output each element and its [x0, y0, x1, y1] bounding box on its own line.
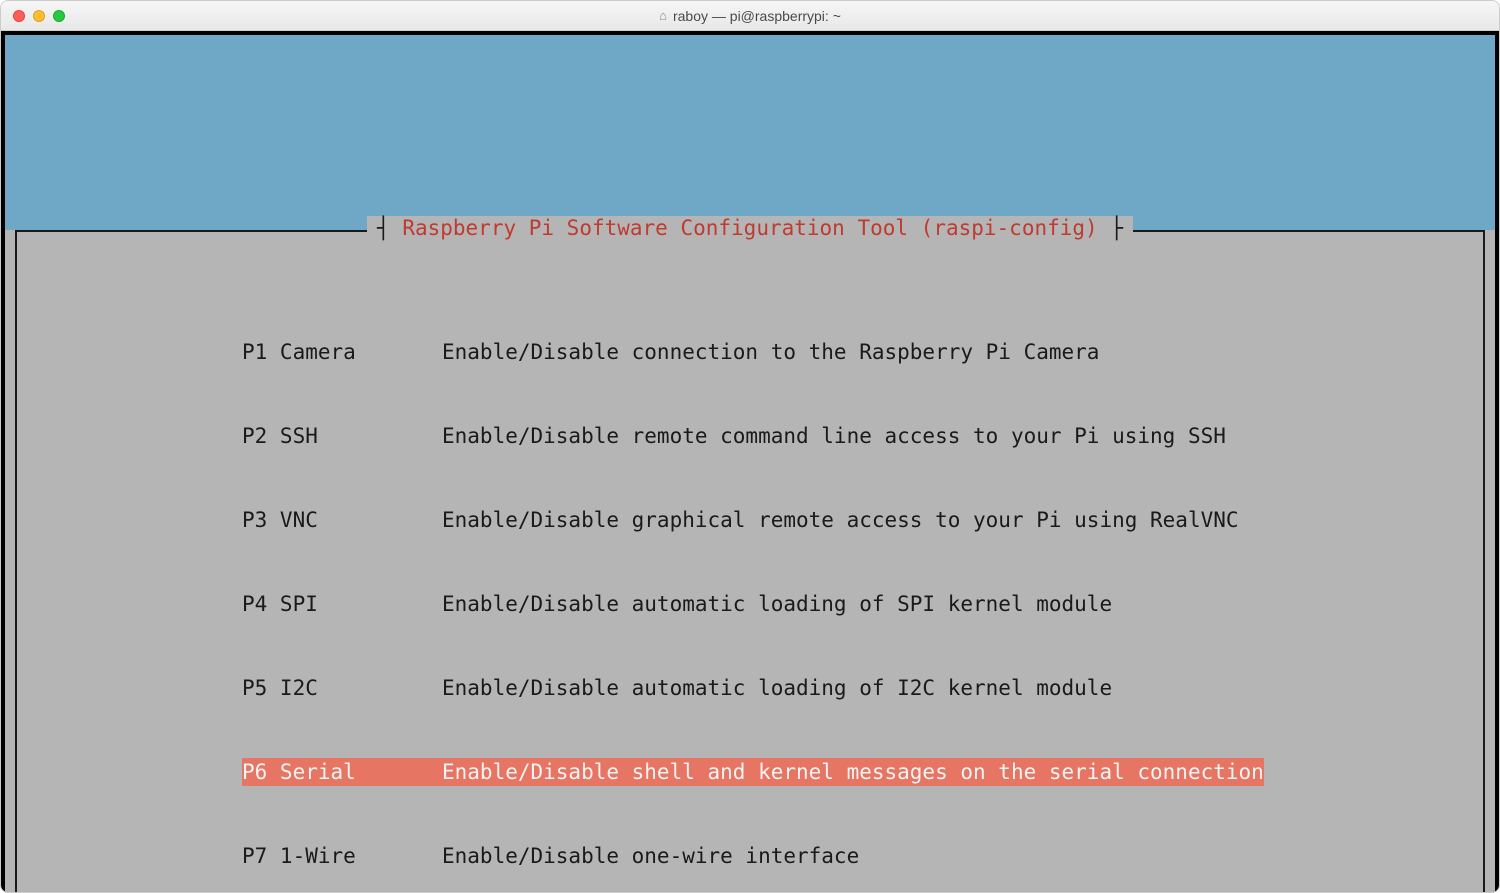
terminal-content: ┤ Raspberry Pi Software Configuration To…: [5, 35, 1495, 893]
menu-item-ssh[interactable]: P2 SSHEnable/Disable remote command line…: [242, 422, 1473, 450]
window-title-text: raboy — pi@raspberrypi: ~: [673, 8, 841, 24]
dialog-title: ┤ Raspberry Pi Software Configuration To…: [367, 216, 1133, 240]
menu-item-1wire[interactable]: P7 1-WireEnable/Disable one-wire interfa…: [242, 842, 1473, 870]
minimize-icon[interactable]: [33, 10, 45, 22]
home-icon: ⌂: [659, 8, 667, 23]
maximize-icon[interactable]: [53, 10, 65, 22]
menu-item-serial[interactable]: P6 SerialEnable/Disable shell and kernel…: [242, 758, 1473, 786]
menu-list[interactable]: P1 CameraEnable/Disable connection to th…: [27, 282, 1473, 893]
terminal-window: ⌂ raboy — pi@raspberrypi: ~ ┤ Raspberry …: [0, 0, 1500, 893]
dialog-frame: ┤ Raspberry Pi Software Configuration To…: [15, 230, 1485, 893]
close-icon[interactable]: [13, 10, 25, 22]
raspi-config-dialog: ┤ Raspberry Pi Software Configuration To…: [5, 230, 1495, 893]
menu-item-spi[interactable]: P4 SPIEnable/Disable automatic loading o…: [242, 590, 1473, 618]
top-padding: [5, 35, 1495, 230]
titlebar[interactable]: ⌂ raboy — pi@raspberrypi: ~: [1, 1, 1499, 31]
terminal-area[interactable]: ┤ Raspberry Pi Software Configuration To…: [1, 31, 1499, 893]
window-title: ⌂ raboy — pi@raspberrypi: ~: [659, 8, 841, 24]
menu-item-vnc[interactable]: P3 VNCEnable/Disable graphical remote ac…: [242, 506, 1473, 534]
dialog-title-text: Raspberry Pi Software Configuration Tool…: [402, 216, 1097, 240]
menu-item-camera[interactable]: P1 CameraEnable/Disable connection to th…: [242, 338, 1473, 366]
window-controls: [13, 10, 65, 22]
menu-item-i2c[interactable]: P5 I2CEnable/Disable automatic loading o…: [242, 674, 1473, 702]
